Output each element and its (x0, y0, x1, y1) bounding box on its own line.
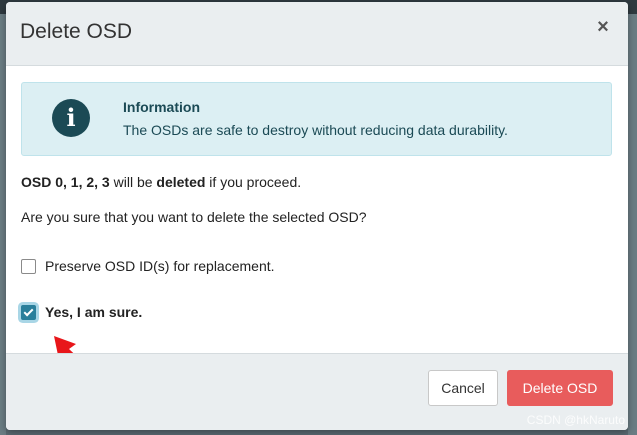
preserve-osd-checkbox[interactable] (21, 258, 36, 274)
confirm-question: Are you sure that you want to delete the… (21, 209, 367, 225)
preserve-osd-checkbox-row[interactable]: Preserve OSD ID(s) for replacement. (21, 258, 275, 274)
confirm-sure-checkbox[interactable] (21, 304, 36, 320)
summary-suffix: if you proceed. (205, 174, 302, 190)
info-icon: i (52, 99, 90, 137)
info-alert: i Information The OSDs are safe to destr… (21, 82, 612, 156)
osd-list: OSD 0, 1, 2, 3 (21, 174, 110, 190)
delete-osd-button[interactable]: Delete OSD (507, 370, 613, 406)
watermark: CSDN @hkNaruto (526, 413, 625, 427)
close-icon[interactable]: × (594, 17, 612, 37)
deleted-word: deleted (156, 174, 206, 190)
modal-title: Delete OSD (20, 20, 133, 43)
modal-header: Delete OSD × (6, 2, 628, 66)
cancel-button[interactable]: Cancel (428, 370, 498, 406)
alert-text: The OSDs are safe to destroy without red… (123, 122, 508, 138)
confirm-sure-label: Yes, I am sure. (45, 304, 143, 320)
confirm-sure-checkbox-row[interactable]: Yes, I am sure. (21, 304, 142, 320)
summary-mid: will be (109, 174, 157, 190)
modal-backdrop-right (628, 14, 637, 435)
alert-title: Information (123, 99, 200, 115)
preserve-osd-label: Preserve OSD ID(s) for replacement. (45, 258, 275, 274)
delete-osd-modal: Delete OSD × i Information The OSDs are … (6, 2, 628, 430)
delete-summary: OSD 0, 1, 2, 3 will be deleted if you pr… (21, 174, 301, 190)
